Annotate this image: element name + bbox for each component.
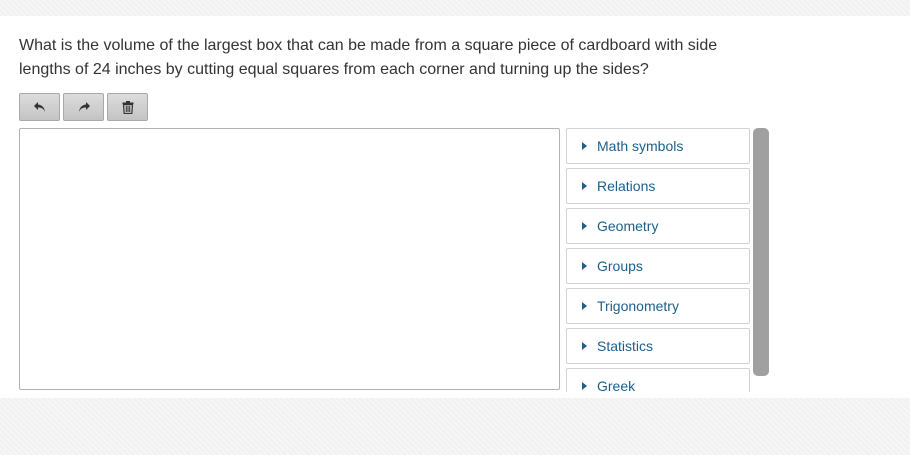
- palette-item-greek[interactable]: Greek: [566, 368, 750, 392]
- palette-item-label: Greek: [597, 378, 636, 392]
- palette-item-label: Geometry: [597, 218, 659, 234]
- palette-item-relations[interactable]: Relations: [566, 168, 750, 204]
- palette-item-trigonometry[interactable]: Trigonometry: [566, 288, 750, 324]
- palette-item-math-symbols[interactable]: Math symbols: [566, 128, 750, 164]
- palette-item-statistics[interactable]: Statistics: [566, 328, 750, 364]
- expand-arrow-icon: [582, 262, 587, 270]
- editor-toolbar: [19, 93, 148, 123]
- undo-icon: [33, 101, 47, 113]
- expand-arrow-icon: [582, 382, 587, 390]
- palette-scrollbar[interactable]: [753, 128, 769, 376]
- question-card: What is the volume of the largest box th…: [0, 16, 910, 398]
- answer-editor[interactable]: [19, 128, 560, 390]
- palette-item-label: Statistics: [597, 338, 654, 354]
- palette-item-label: Math symbols: [597, 138, 684, 154]
- expand-arrow-icon: [582, 302, 587, 310]
- trash-icon: [122, 100, 134, 114]
- palette-item-geometry[interactable]: Geometry: [566, 208, 750, 244]
- palette-item-label: Groups: [597, 258, 643, 274]
- undo-button[interactable]: [19, 93, 60, 121]
- clear-button[interactable]: [107, 93, 148, 121]
- expand-arrow-icon: [582, 142, 587, 150]
- redo-button[interactable]: [63, 93, 104, 121]
- redo-icon: [77, 101, 91, 113]
- expand-arrow-icon: [582, 222, 587, 230]
- expand-arrow-icon: [582, 342, 587, 350]
- expand-arrow-icon: [582, 182, 587, 190]
- palette-item-groups[interactable]: Groups: [566, 248, 750, 284]
- symbol-palette: Math symbols Relations Geometry Groups T…: [566, 128, 750, 392]
- palette-item-label: Trigonometry: [597, 298, 679, 314]
- question-text: What is the volume of the largest box th…: [19, 37, 718, 78]
- palette-item-label: Relations: [597, 178, 656, 194]
